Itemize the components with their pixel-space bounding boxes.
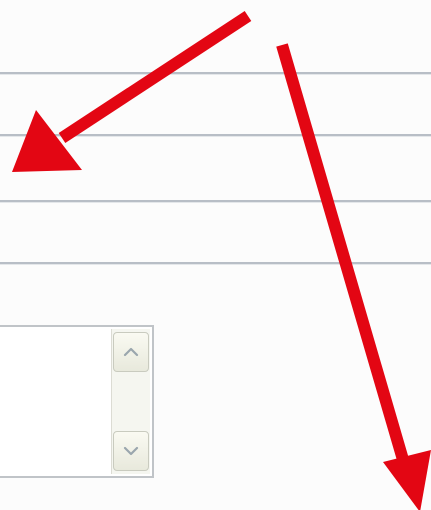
form-separator-line — [0, 134, 431, 136]
multiline-text-area[interactable] — [0, 325, 154, 478]
arrow-left-down-icon — [12, 10, 252, 172]
form-separator-line — [0, 72, 431, 74]
textarea-scrollbar[interactable] — [111, 329, 150, 474]
form-separator-line — [0, 200, 431, 202]
scroll-up-button[interactable] — [113, 332, 149, 372]
arrow-down-right-icon — [276, 43, 431, 510]
chevron-up-icon — [123, 346, 139, 358]
chevron-down-icon — [123, 445, 139, 457]
form-separator-line — [0, 262, 431, 264]
scroll-down-button[interactable] — [113, 431, 149, 471]
